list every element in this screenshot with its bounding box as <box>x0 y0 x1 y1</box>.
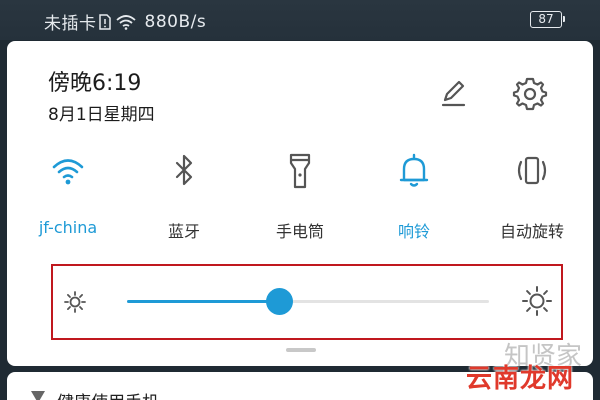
edit-button[interactable] <box>435 75 471 111</box>
toggle-auto-rotate[interactable]: 自动旋转 <box>482 147 582 247</box>
clock-date: 8月1日星期四 <box>48 105 155 125</box>
watermark-main-text: 云南龙网 <box>466 364 575 394</box>
network-speed: 880B/s <box>144 11 207 32</box>
toggle-ring[interactable]: 响铃 <box>364 147 464 247</box>
sim-status-text: 未插卡 <box>44 14 97 34</box>
gear-icon <box>512 77 548 111</box>
toggle-bluetooth[interactable]: 蓝牙 <box>134 147 234 247</box>
sim-card-icon <box>98 13 111 30</box>
wifi-status-icon <box>115 14 136 30</box>
pencil-icon <box>441 80 466 107</box>
settings-button[interactable] <box>512 75 548 111</box>
status-bar: 未插卡 880B/s 87 <box>0 0 600 40</box>
bell-icon <box>399 153 429 187</box>
brightness-low-icon <box>64 291 86 313</box>
battery-icon: 87 <box>530 11 565 28</box>
quick-settings-panel: 傍晚6:19 8月1日星期四 jf-china 蓝牙 手电筒 响铃 自动旋转 <box>7 41 593 366</box>
toggle-auto-rotate-label: 自动旋转 <box>499 222 564 241</box>
brightness-slider[interactable] <box>127 288 489 315</box>
brightness-control <box>51 264 563 340</box>
funnel-icon <box>31 391 45 400</box>
clock-time: 傍晚6:19 <box>48 71 142 96</box>
notification-title: 健康使用手机 <box>57 388 159 400</box>
brightness-slider-fill <box>127 300 280 303</box>
panel-drag-handle[interactable] <box>286 348 316 352</box>
toggle-flashlight[interactable]: 手电筒 <box>250 147 350 247</box>
toggle-wifi-label: jf-china <box>38 218 98 237</box>
wifi-icon <box>52 159 84 185</box>
brightness-high-icon <box>522 286 552 316</box>
auto-rotate-icon <box>517 156 547 185</box>
toggle-ring-label: 响铃 <box>397 222 430 241</box>
toggle-wifi[interactable]: jf-china <box>18 147 118 247</box>
toggle-flashlight-label: 手电筒 <box>275 222 324 241</box>
status-left: 未插卡 880B/s <box>44 9 207 35</box>
bluetooth-icon <box>175 154 193 186</box>
flashlight-icon <box>289 153 311 189</box>
brightness-slider-thumb[interactable] <box>266 288 294 315</box>
watermark: 知贤家 云南龙网 <box>460 336 600 398</box>
toggle-bluetooth-label: 蓝牙 <box>167 222 200 241</box>
